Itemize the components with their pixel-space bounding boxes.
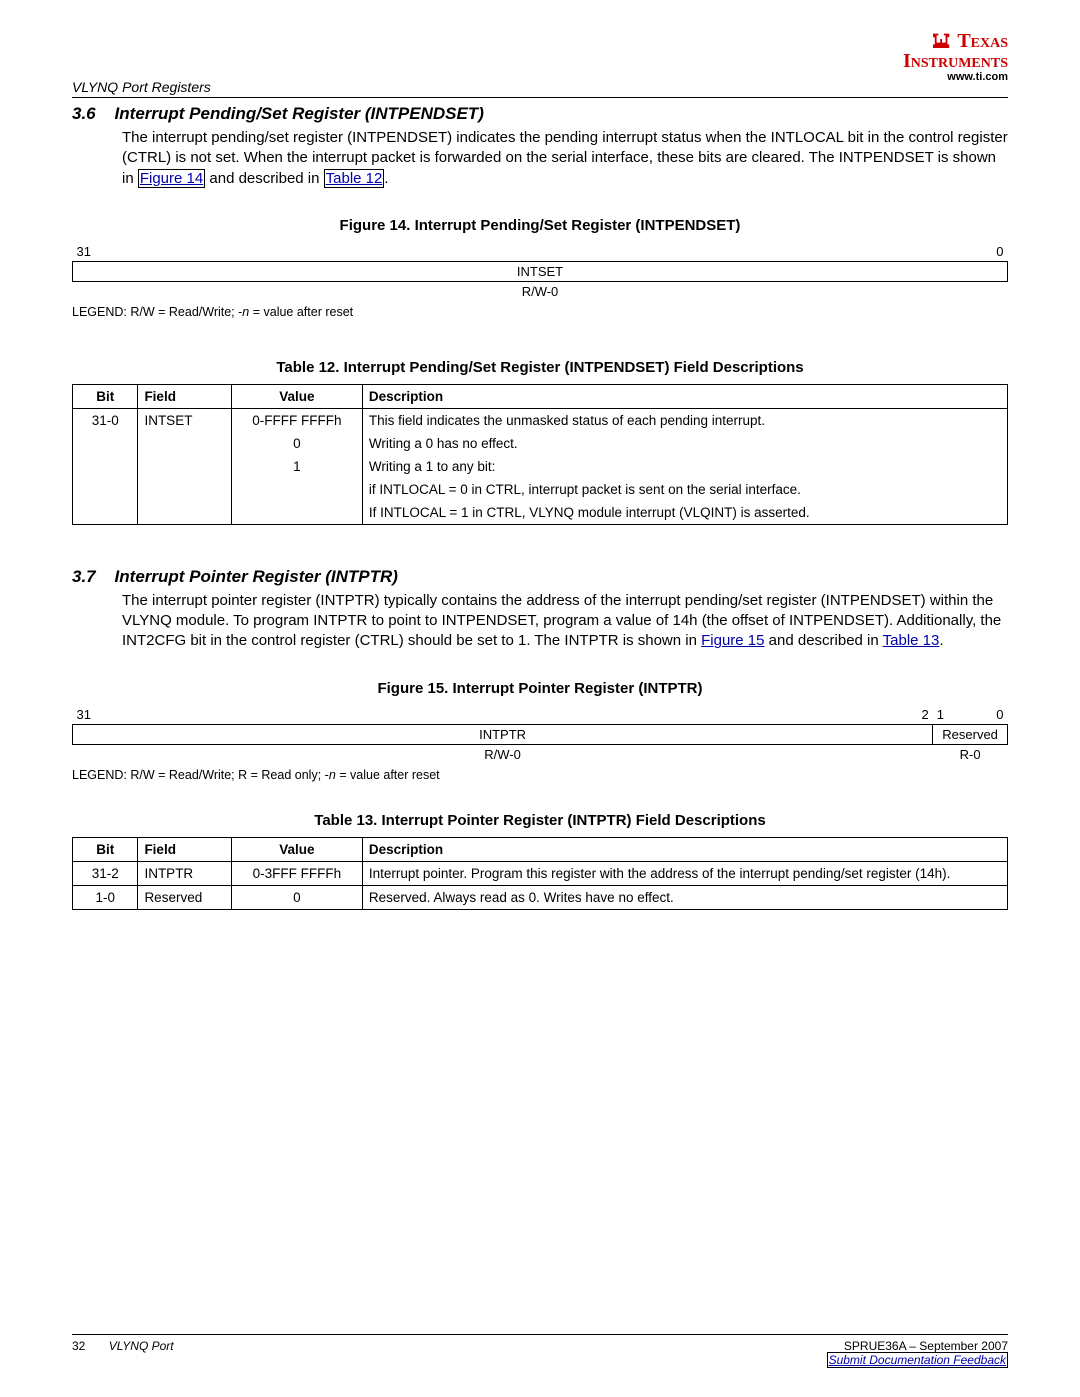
section-3-7-paragraph: The interrupt pointer register (INTPTR) …	[122, 591, 1008, 652]
table-12: Bit Field Value Description 31-0 INTSET …	[72, 384, 1008, 525]
running-header: VLYNQ Port Registers	[72, 79, 211, 95]
footer-doc-id: SPRUE36A – September 2007	[827, 1339, 1008, 1353]
section-number: 3.7	[72, 567, 96, 586]
page-number: 32	[72, 1339, 85, 1353]
table-row: 1 Writing a 1 to any bit:	[73, 455, 1008, 478]
field-name-2: Reserved	[933, 724, 1008, 744]
table-row: 31-2 INTPTR 0-3FFF FFFFh Interrupt point…	[73, 861, 1008, 885]
field-name: INTSET	[73, 261, 1008, 281]
field-rw: R/W-0	[73, 281, 1008, 301]
table-row: 1-0 Reserved 0 Reserved. Always read as …	[73, 885, 1008, 909]
table-header-row: Bit Field Value Description	[73, 384, 1008, 408]
table-13-link[interactable]: Table 13	[883, 632, 940, 649]
ti-chip-icon	[931, 30, 953, 48]
table-12-link[interactable]: Table 12	[324, 169, 385, 188]
figure-14-legend: LEGEND: R/W = Read/Write; -n = value aft…	[72, 305, 1008, 319]
field-rw-1: R/W-0	[73, 744, 933, 764]
figure-15-legend: LEGEND: R/W = Read/Write; R = Read only;…	[72, 768, 1008, 782]
bit-lo: 0	[970, 705, 1007, 725]
brand-logo: Texas Instruments www.ti.com	[903, 30, 1008, 83]
table-header-row: Bit Field Value Description	[73, 837, 1008, 861]
table-13-caption: Table 13. Interrupt Pointer Register (IN…	[72, 812, 1008, 829]
bit-lo: 0	[540, 242, 1008, 262]
figure-15-link[interactable]: Figure 15	[701, 632, 764, 649]
figure-15-bitfield: 31 2 1 0 INTPTR Reserved R/W-0 R-0	[72, 705, 1008, 764]
page-footer: 32 VLYNQ Port SPRUE36A – September 2007 …	[72, 1334, 1008, 1367]
section-title: Interrupt Pending/Set Register (INTPENDS…	[115, 104, 484, 123]
figure-14-bitfield: 31 0 INTSET R/W-0	[72, 242, 1008, 301]
section-number: 3.6	[72, 104, 96, 123]
bit-mid-lo: 1	[933, 705, 970, 725]
footer-doc-title: VLYNQ Port	[109, 1339, 174, 1353]
bit-hi: 31	[73, 705, 503, 725]
brand-url: www.ti.com	[903, 71, 1008, 83]
bit-mid-hi: 2	[503, 705, 933, 725]
figure-14-caption: Figure 14. Interrupt Pending/Set Registe…	[72, 217, 1008, 234]
section-title: Interrupt Pointer Register (INTPTR)	[115, 567, 398, 586]
table-12-caption: Table 12. Interrupt Pending/Set Register…	[72, 359, 1008, 376]
table-13: Bit Field Value Description 31-2 INTPTR …	[72, 837, 1008, 910]
bit-hi: 31	[73, 242, 541, 262]
figure-14-link[interactable]: Figure 14	[138, 169, 205, 188]
feedback-link[interactable]: Submit Documentation Feedback	[827, 1352, 1008, 1368]
logo-top: Texas	[957, 30, 1008, 52]
section-3-7-heading: 3.7 Interrupt Pointer Register (INTPTR)	[72, 567, 1008, 587]
field-name-1: INTPTR	[73, 724, 933, 744]
logo-bottom: Instruments	[903, 50, 1008, 72]
section-3-6-heading: 3.6 Interrupt Pending/Set Register (INTP…	[72, 104, 1008, 124]
table-row: 0 Writing a 0 has no effect.	[73, 432, 1008, 455]
field-rw-2: R-0	[933, 744, 1008, 764]
section-3-6-paragraph: The interrupt pending/set register (INTP…	[122, 128, 1008, 189]
table-row: 31-0 INTSET 0-FFFF FFFFh This field indi…	[73, 408, 1008, 432]
figure-15-caption: Figure 15. Interrupt Pointer Register (I…	[72, 680, 1008, 697]
table-row: If INTLOCAL = 1 in CTRL, VLYNQ module in…	[73, 501, 1008, 525]
table-row: if INTLOCAL = 0 in CTRL, interrupt packe…	[73, 478, 1008, 501]
